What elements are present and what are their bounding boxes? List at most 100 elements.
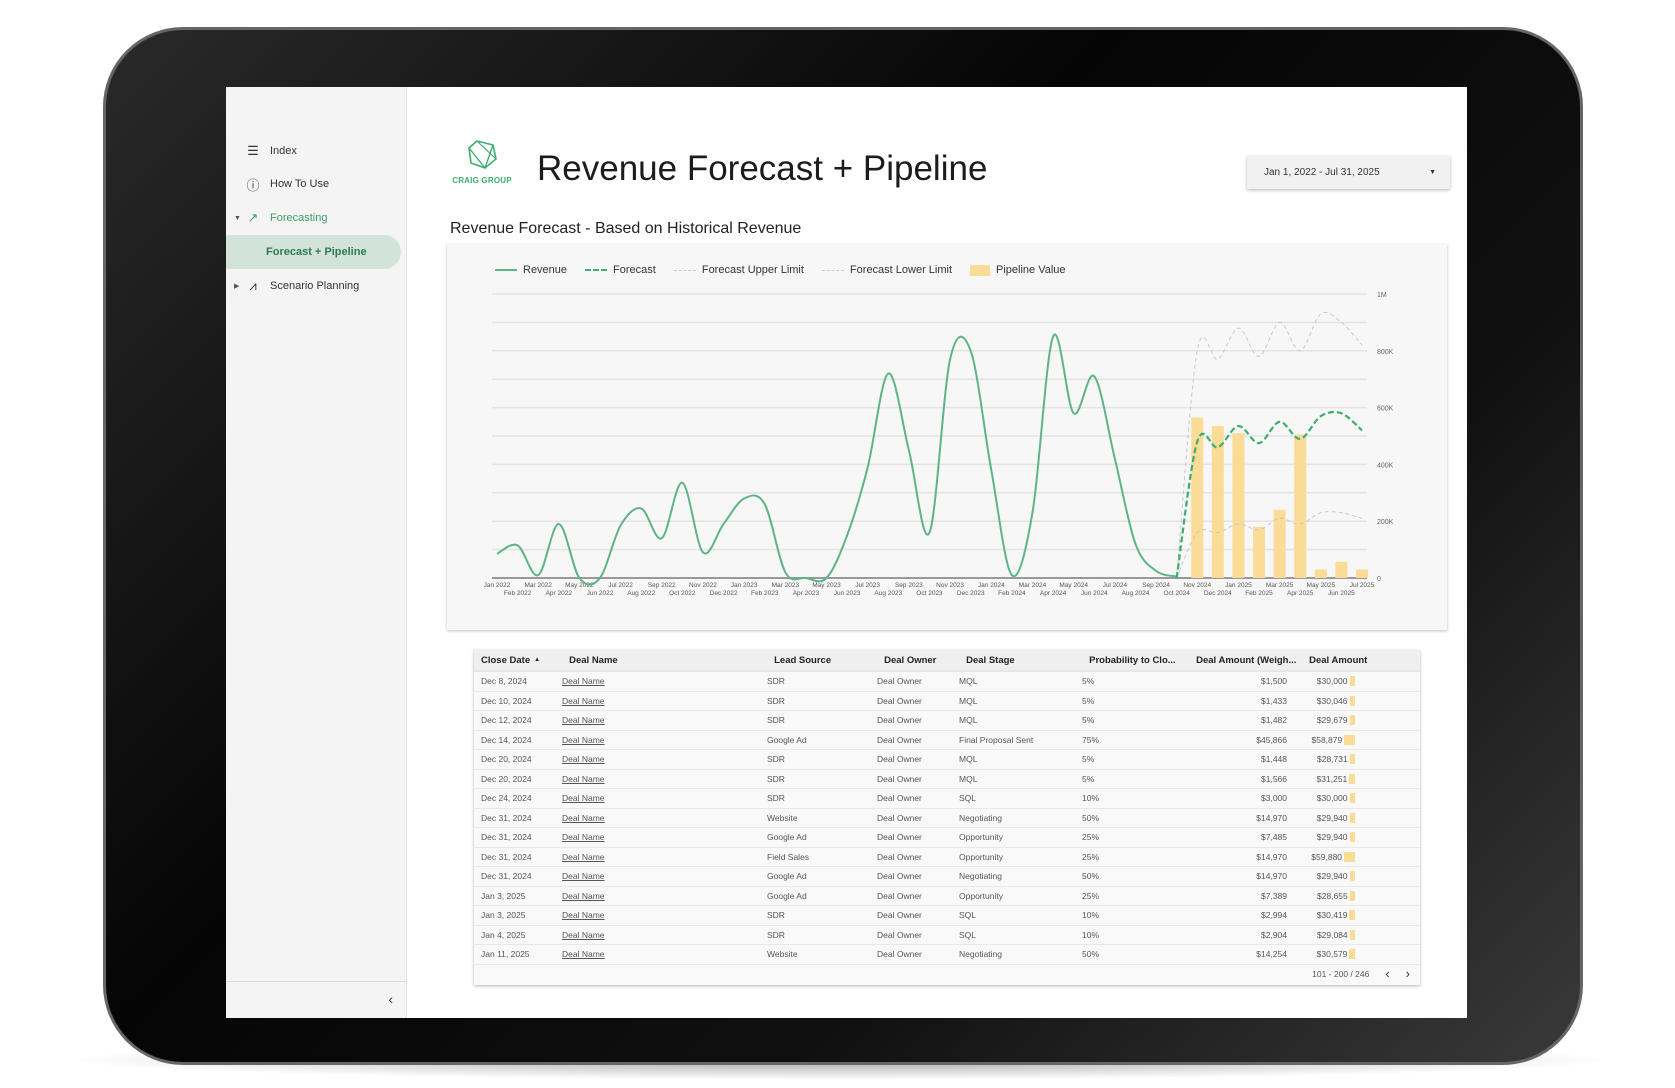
deal-name-link: Deal Name xyxy=(555,676,760,686)
deal-name-link: Deal Name xyxy=(555,832,760,842)
x-tick-label: Oct 2023 xyxy=(916,590,943,597)
lead-source: Field Sales xyxy=(767,851,810,862)
x-tick-label: Nov 2024 xyxy=(1183,582,1211,589)
date-range-value: Jan 1, 2022 - Jul 31, 2025 xyxy=(1264,167,1380,178)
deal-name-link-text[interactable]: Deal Name xyxy=(562,891,605,901)
deal-name-link-text[interactable]: Deal Name xyxy=(562,813,605,823)
chevron-right-icon[interactable]: › xyxy=(1406,966,1410,981)
deal-name-link-text[interactable]: Deal Name xyxy=(562,930,605,940)
sidebar-item-how-to-use[interactable]: ⓘ How To Use xyxy=(226,167,401,201)
deal-amount-bar xyxy=(1349,949,1355,960)
deal-name-link-text[interactable]: Deal Name xyxy=(562,735,605,745)
deal-name-link-text[interactable]: Deal Name xyxy=(562,910,605,920)
deal-owner: Deal Owner xyxy=(877,676,922,687)
column-header[interactable]: Close Date xyxy=(474,655,530,666)
deal-owner: Deal Owner xyxy=(877,754,922,765)
column-header[interactable]: Deal Amount xyxy=(1302,655,1412,666)
deal-amount-bar xyxy=(1349,793,1355,804)
deal-amount-cell: $29,940 xyxy=(1295,871,1405,882)
pipeline-bar xyxy=(1232,433,1245,578)
deal-name-link-text[interactable]: Deal Name xyxy=(562,715,605,725)
sidebar: ☰ Index ⓘ How To Use ▼ ↗ Forecasting For… xyxy=(226,87,407,1018)
deal-stage: Negotiating xyxy=(959,949,1003,960)
deal-amount: $29,940 xyxy=(1316,871,1348,882)
y-tick-label: 200K xyxy=(1377,519,1394,526)
deal-owner: Deal Owner xyxy=(877,812,922,823)
y-tick-label: 400K xyxy=(1377,462,1394,469)
x-tick-label: May 2023 xyxy=(812,582,841,589)
sidebar-item-index[interactable]: ☰ Index xyxy=(226,134,401,168)
deal-name-link-text[interactable]: Deal Name xyxy=(562,793,605,803)
x-tick-label: Apr 2023 xyxy=(793,590,820,597)
x-tick-label: Jul 2022 xyxy=(608,582,633,589)
weighted-amount: $14,254 xyxy=(1256,949,1287,960)
weighted-amount: $1,448 xyxy=(1261,754,1287,765)
deal-stage: SQL xyxy=(959,929,977,940)
deal-name-link-text[interactable]: Deal Name xyxy=(562,774,605,784)
table-row: Dec 31, 2024 Deal Name Google Ad Deal Owner… xyxy=(474,867,1420,887)
x-tick-label: Mar 2025 xyxy=(1266,582,1294,589)
sidebar-item-scenario-planning[interactable]: ▶ ⩘ Scenario Planning xyxy=(226,269,401,303)
x-tick-label: Nov 2023 xyxy=(936,582,964,589)
sidebar-item-label: Forecast + Pipeline xyxy=(266,246,367,258)
probability: 5% xyxy=(1082,695,1095,706)
lead-source: Website xyxy=(767,949,798,960)
deal-owner: Deal Owner xyxy=(877,793,922,804)
craig-group-logo-icon xyxy=(468,140,497,170)
weighted-amount: $14,970 xyxy=(1256,851,1287,862)
chevron-left-icon[interactable]: ‹ xyxy=(388,991,393,1007)
deal-name-link-text[interactable]: Deal Name xyxy=(562,676,605,686)
table-row: Dec 20, 2024 Deal Name SDR Deal Owner MQL 5% $… xyxy=(474,770,1420,789)
deal-name-link-text[interactable]: Deal Name xyxy=(562,754,605,764)
deal-owner: Deal Owner xyxy=(877,910,922,921)
deal-stage: MQL xyxy=(959,676,978,687)
chart-card: Revenue Forecast Forecast Upper Limit Fo… xyxy=(447,244,1447,630)
sidebar-collapse[interactable]: ‹ xyxy=(226,981,407,1018)
deal-name-link-text[interactable]: Deal Name xyxy=(562,949,605,959)
date-range-picker[interactable]: Jan 1, 2022 - Jul 31, 2025 ▼ xyxy=(1247,156,1450,189)
probability: 5% xyxy=(1082,754,1095,765)
x-tick-label: Aug 2024 xyxy=(1122,590,1150,597)
logo-text: CRAIG GROUP xyxy=(452,176,512,185)
lead-source: SDR xyxy=(767,773,785,784)
column-header[interactable]: Deal Name xyxy=(562,655,767,666)
lead-source: Google Ad xyxy=(767,832,807,843)
column-header[interactable]: Lead Source xyxy=(767,655,877,666)
probability: 5% xyxy=(1082,773,1095,784)
deal-name-link: Deal Name xyxy=(555,949,760,959)
deal-amount-cell: $30,046 xyxy=(1295,695,1405,706)
column-header[interactable]: Probability to Clo... xyxy=(1082,655,1189,666)
deal-name-link-text[interactable]: Deal Name xyxy=(562,852,605,862)
chevron-left-icon[interactable]: ‹ xyxy=(1385,966,1389,981)
pagination-label: 101 - 200 / 246 xyxy=(1312,968,1370,979)
deal-amount-cell: $59,880 xyxy=(1295,851,1405,862)
sidebar-item-forecasting[interactable]: ▼ ↗ Forecasting xyxy=(226,201,401,235)
column-header[interactable]: Deal Amount (Weigh... xyxy=(1189,655,1302,666)
deal-name-link: Deal Name xyxy=(555,735,760,745)
deal-name-link: Deal Name xyxy=(555,871,760,881)
deal-name-link-text[interactable]: Deal Name xyxy=(562,696,605,706)
deal-amount: $58,879 xyxy=(1311,734,1343,745)
deal-name-link: Deal Name xyxy=(555,696,760,706)
deal-name-link: Deal Name xyxy=(555,715,760,725)
deal-name-link-text[interactable]: Deal Name xyxy=(562,871,605,881)
x-tick-label: Mar 2024 xyxy=(1019,582,1047,589)
deal-owner: Deal Owner xyxy=(877,695,922,706)
deal-stage: Negotiating xyxy=(959,812,1003,823)
sidebar-item-forecast-pipeline[interactable]: Forecast + Pipeline xyxy=(226,235,401,269)
x-tick-label: Jan 2024 xyxy=(978,582,1005,589)
deal-amount-cell: $29,679 xyxy=(1295,715,1405,726)
deal-amount: $29,940 xyxy=(1316,812,1348,823)
close-date: Dec 31, 2024 xyxy=(481,832,532,843)
deal-amount-bar xyxy=(1349,773,1355,784)
deal-amount: $30,046 xyxy=(1316,695,1348,706)
x-tick-label: Jun 2022 xyxy=(587,590,614,597)
x-tick-label: Aug 2023 xyxy=(874,590,902,597)
x-tick-label: Dec 2024 xyxy=(1204,590,1232,597)
deal-amount-bar xyxy=(1344,734,1355,745)
deal-name-link-text[interactable]: Deal Name xyxy=(562,832,605,842)
weighted-amount: $1,566 xyxy=(1261,773,1287,784)
column-header[interactable]: Deal Owner xyxy=(877,655,959,666)
column-header[interactable]: Deal Stage xyxy=(959,655,1082,666)
caret-down-icon: ▼ xyxy=(1429,169,1436,176)
